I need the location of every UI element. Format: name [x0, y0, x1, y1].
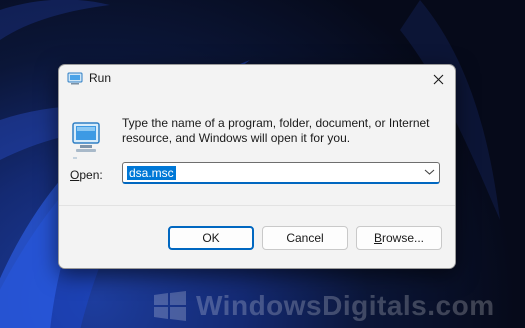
ok-button[interactable]: OK [168, 226, 254, 250]
run-dialog: Run Type the name of a program, folder, … [58, 64, 456, 269]
windows-logo-icon [154, 291, 186, 321]
title-bar[interactable]: Run [59, 65, 455, 93]
open-combobox[interactable]: dsa.msc [122, 162, 440, 184]
run-app-icon [72, 122, 100, 159]
browse-label: rowse... [382, 231, 425, 245]
watermark: WindowsDigitals.com [152, 290, 495, 322]
dialog-title: Run [89, 71, 112, 85]
close-button[interactable] [421, 65, 455, 93]
dialog-message: Type the name of a program, folder, docu… [122, 116, 430, 145]
cancel-button[interactable]: Cancel [262, 226, 348, 250]
open-input-value[interactable]: dsa.msc [127, 166, 176, 180]
open-label-text: pen: [79, 168, 103, 182]
chevron-down-icon[interactable] [424, 168, 435, 176]
watermark-text: WindowsDigitals.com [196, 290, 495, 321]
open-label: Open: [70, 168, 103, 182]
open-label-accelerator: O [70, 168, 80, 182]
close-icon [433, 74, 443, 84]
browse-button[interactable]: Browse... [356, 226, 442, 250]
browse-accelerator: B [373, 231, 382, 245]
run-app-icon [67, 72, 83, 85]
